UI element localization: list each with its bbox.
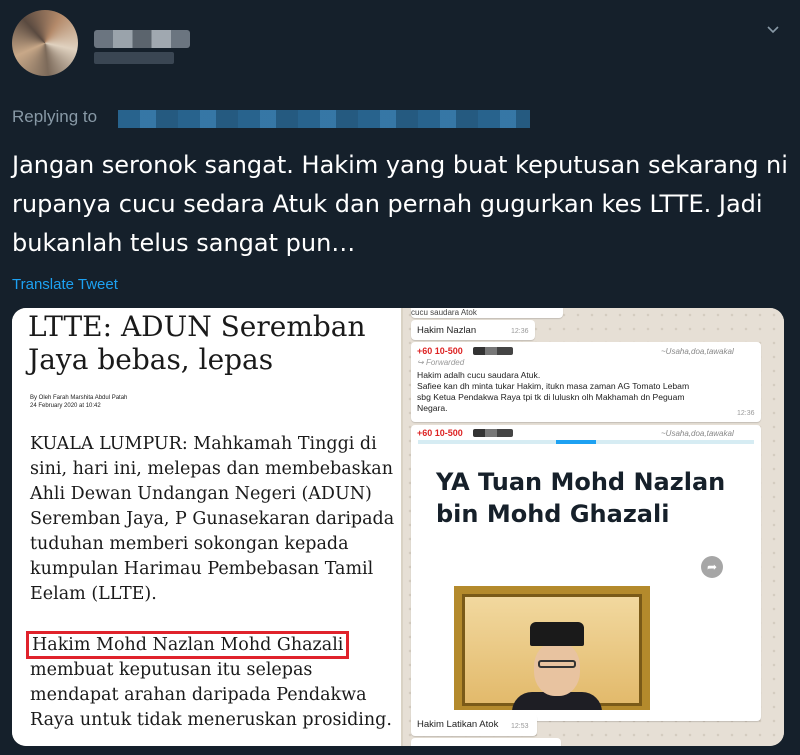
blurred-number [473, 429, 513, 437]
chat-time: 12:36 [737, 410, 755, 417]
chat-sender: +60 10-500 [417, 428, 463, 438]
portrait-face [534, 642, 580, 696]
article-paragraph-1: KUALA LUMPUR: Mahkamah Tinggi di sini, h… [30, 434, 395, 604]
blurred-reply-handles[interactable] [118, 110, 530, 128]
news-article-image[interactable]: LTTE: ADUN Seremban Jaya bebas, lepas By… [12, 308, 401, 746]
chat-bubble-5-cut [411, 738, 561, 746]
chat-time: 12:53 [511, 723, 529, 730]
chat-sender: +60 10-500 [417, 346, 463, 356]
chat-contact-name: ~Usaha,doa,tawakal [661, 347, 734, 356]
chat-time: 12:53 [719, 700, 737, 707]
whatsapp-chat-image[interactable]: cucu saudara Atok Hakim Nazlan 12:36 +60… [403, 308, 784, 746]
portrait-frame [454, 586, 650, 710]
article-byline: By Oleh Farah Marshita Abdul Patah 24 Fe… [30, 394, 127, 410]
blurred-number [473, 347, 513, 355]
chat-contact-name: ~Usaha,doa,tawakal [661, 429, 734, 438]
tweet-media[interactable]: LTTE: ADUN Seremban Jaya bebas, lepas By… [12, 308, 784, 746]
blurred-display-name[interactable] [94, 30, 190, 48]
article-title: LTTE: ADUN Seremban Jaya bebas, lepas [28, 310, 366, 376]
judge-portrait [512, 612, 602, 710]
chat-message-text: Hakim Latikan Atok [417, 719, 499, 730]
chat-bubble-4: Hakim Latikan Atok 12:53 [411, 714, 537, 736]
chat-line-2: Safiee kan dh minta tukar Hakim, itukn m… [417, 381, 690, 391]
blurred-handle [94, 52, 174, 64]
screenshot-title: YA Tuan Mohd Nazlan bin Mohd Ghazali [436, 468, 726, 528]
screenshot-top-bar [418, 440, 754, 444]
chat-message-text: Hakim Nazlan [417, 325, 477, 336]
replying-to-label: Replying to [12, 107, 98, 126]
portrait-songkok [530, 622, 584, 646]
chat-time: 12:36 [511, 328, 529, 335]
chat-line-3: sbg Ketua Pendakwa Raya tpi tk di lulusk… [417, 392, 685, 402]
cut-off-text: cucu saudara Atok [411, 308, 477, 317]
translate-tweet-link[interactable]: Translate Tweet [12, 276, 118, 293]
share-arrow-icon[interactable]: ➦ [701, 556, 723, 578]
user-avatar[interactable] [12, 10, 78, 76]
chat-line-1: Hakim adalh cucu saudara Atuk. [417, 370, 541, 380]
highlighted-judge-name: Hakim Mohd Nazlan Mohd Ghazali [25, 631, 350, 659]
article-paragraph-2: Hakim Mohd Nazlan Mohd Ghazali membuat k… [25, 631, 398, 733]
portrait-glasses [538, 660, 576, 668]
chevron-down-icon[interactable] [766, 22, 780, 36]
byline-date: 24 February 2020 at 10:42 [30, 403, 101, 409]
chat-bubble-1: Hakim Nazlan 12:36 [411, 320, 535, 340]
tweet-text: Jangan seronok sangat. Hakim yang buat k… [12, 151, 788, 257]
forwarded-label: ↪ Forwarded [417, 358, 465, 367]
article-paragraph-2-rest: membuat keputusan itu selepas mendapat a… [30, 660, 392, 730]
byline-author: By Oleh Farah Marshita Abdul Patah [30, 395, 128, 401]
chat-bubble-2: +60 10-500 ~Usaha,doa,tawakal ↪ Forwarde… [411, 342, 761, 422]
chat-line-4: Negara. [417, 403, 448, 413]
